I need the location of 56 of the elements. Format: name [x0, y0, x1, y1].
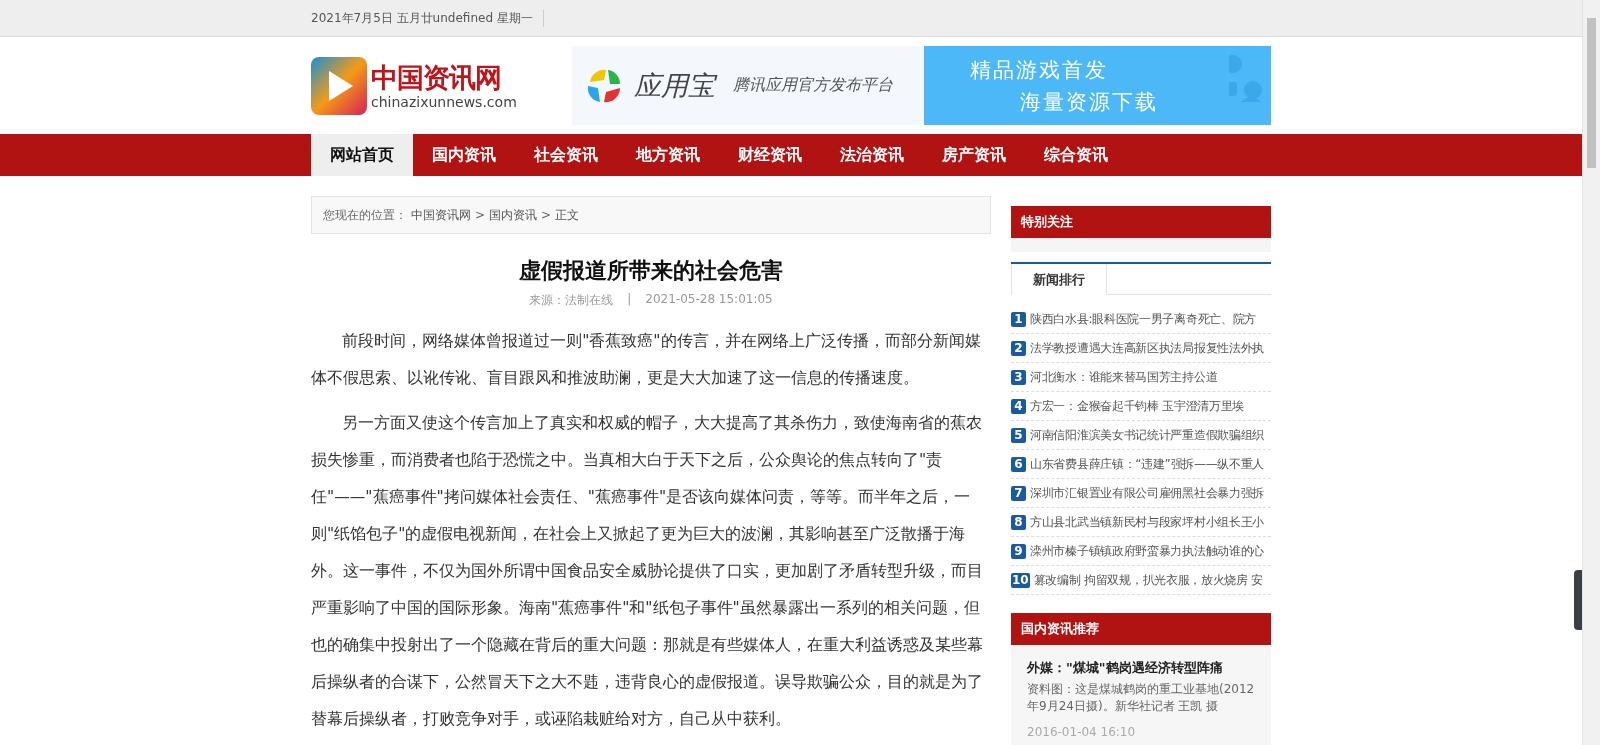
nav-item[interactable]: 财经资讯: [719, 134, 821, 176]
news-link[interactable]: 陕西白水县:眼科医院一男子离奇死亡、院方: [1030, 310, 1257, 328]
section-header: 国内资讯推荐: [1011, 613, 1271, 645]
rank-badge: 9: [1011, 543, 1026, 559]
nav-item[interactable]: 网站首页: [311, 134, 413, 176]
banner-tagline: 腾讯应用官方发布平台: [733, 75, 893, 96]
rank-badge: 3: [1011, 369, 1026, 385]
nav-item[interactable]: 国内资讯: [413, 134, 515, 176]
article-date: 2021-05-28 15:01:05: [645, 292, 773, 308]
rank-badge: 2: [1011, 340, 1026, 356]
banner-slogan: 精品游戏首发: [970, 56, 1108, 84]
news-link[interactable]: 法学教授遭遇大连高新区执法局报复性法外执: [1030, 339, 1264, 357]
news-link[interactable]: 滦州市榛子镇镇政府野蛮暴力执法触动谁的心: [1030, 542, 1264, 560]
breadcrumb-label: 您现在的位置：: [323, 206, 407, 224]
section-header: 特别关注: [1011, 206, 1271, 238]
news-link[interactable]: 深圳市汇银置业有限公司雇佣黑社会暴力强拆: [1030, 484, 1264, 502]
nav-item[interactable]: 地方资讯: [617, 134, 719, 176]
rank-badge: 6: [1011, 456, 1026, 472]
breadcrumb-current[interactable]: 正文: [555, 206, 580, 224]
site-domain: chinazixunnews.com: [371, 93, 517, 110]
rank-badge: 8: [1011, 514, 1026, 530]
news-link[interactable]: 河北衡水：谁能来替马国芳主持公道: [1030, 368, 1218, 386]
article-title: 虚假报道所带来的社会危害: [518, 257, 784, 285]
nav-item[interactable]: 法治资讯: [821, 134, 923, 176]
breadcrumb-separator: >: [475, 208, 486, 222]
card-summary: 资料图：这是煤城鹤岗的重工业基地(2012年9月24日摄)。新华社记者 王凯 摄: [1027, 681, 1255, 715]
news-link[interactable]: 方山县北武当镇新民村与段家坪村小组长王小: [1030, 513, 1264, 531]
banner-slogan: 海量资源下载: [1020, 88, 1158, 116]
news-link[interactable]: 方宏一：金猴奋起千钧棒 玉宇澄清万里埃: [1030, 397, 1245, 415]
rank-badge: 5: [1011, 427, 1026, 443]
rank-badge: 7: [1011, 485, 1026, 501]
news-link[interactable]: 河南信阳淮滨美女书记统计严重造假欺骗组织: [1030, 426, 1264, 444]
card-date: 2016-01-04 16:10: [1027, 725, 1136, 739]
article-paragraph: 另一方面又使这个传言加上了真实和权威的帽子，大大提高了其杀伤力，致使海南省的蕉农损失惨重，而消费者也陷于恐慌之中。当真相大白于天下之后，公众舆论的焦点转向了"责任"——"蕉癌事件"拷问媒体社会责任、"蕉癌事件"是否该向媒体问责，等等。而半年之后，一则"纸馅包子"的虚假电视新闻，在社会上又掀起了更为巨大的波澜，其影响甚至广泛散播于海外。这一事件，不仅为国外所谓中国食品安全威胁论提供了口实，更加剧了矛盾转型升级，而目严重影响了中国的国际形象。海南"蕉癌事件"和"纸包子事件"虽然暴露出一系列的相关问题，但也的确集中投射出了一个隐藏在背后的重大问题：那就是有些媒体人，在重大利益诱惑及某些幕后操纵者的合谋下，公然冒天下之大不韪，违背良心的虚假报道。误导欺骗公众，目的就是为了替幕后操纵者，打败竞争对手，或诬陷栽赃给对方，自己从中获利。: [311, 413, 984, 730]
article-paragraph: 前段时间，网络媒体曾报道过一则"香蕉致癌"的传言，并在网络上广泛传播，而部分新闻媒体不假思索、以讹传讹、盲目跟风和推波助澜，更是大大加速了这一信息的传播速度。: [311, 331, 982, 389]
article-source: 来源：法制在线: [529, 292, 614, 309]
rank-badge: 4: [1011, 398, 1026, 414]
scrollbar-thumb[interactable]: [1587, 18, 1596, 168]
breadcrumb-link[interactable]: 国内资讯: [489, 206, 538, 224]
play-logo-icon: [311, 56, 367, 115]
site-logo-name: 中国资讯网: [371, 61, 502, 94]
news-link[interactable]: 篡改编制 拘留双规，扒光衣服，放火烧房 安: [1033, 571, 1264, 589]
nav-item[interactable]: 房产资讯: [923, 134, 1025, 176]
rank-badge: 10: [1011, 572, 1030, 588]
rank-badge: 1: [1011, 311, 1026, 327]
date-text: 2021年7月5日 五月廿undefined 星期一: [311, 9, 544, 27]
nav-item[interactable]: 社会资讯: [515, 134, 617, 176]
card-title[interactable]: 外媒："煤城"鹤岗遇经济转型阵痛: [1027, 659, 1255, 677]
floating-widget[interactable]: [1574, 570, 1582, 630]
breadcrumb-link[interactable]: 中国资讯网: [411, 206, 471, 224]
news-link[interactable]: 山东省费县薛庄镇：“违建”强拆——纵不重人: [1030, 455, 1265, 473]
breadcrumb-separator: >: [541, 208, 552, 222]
tab[interactable]: 新闻排行: [1011, 264, 1107, 295]
nav-item[interactable]: 综合资讯: [1025, 134, 1127, 176]
scrollbar[interactable]: [1582, 0, 1600, 745]
meta-divider: |: [627, 292, 632, 308]
